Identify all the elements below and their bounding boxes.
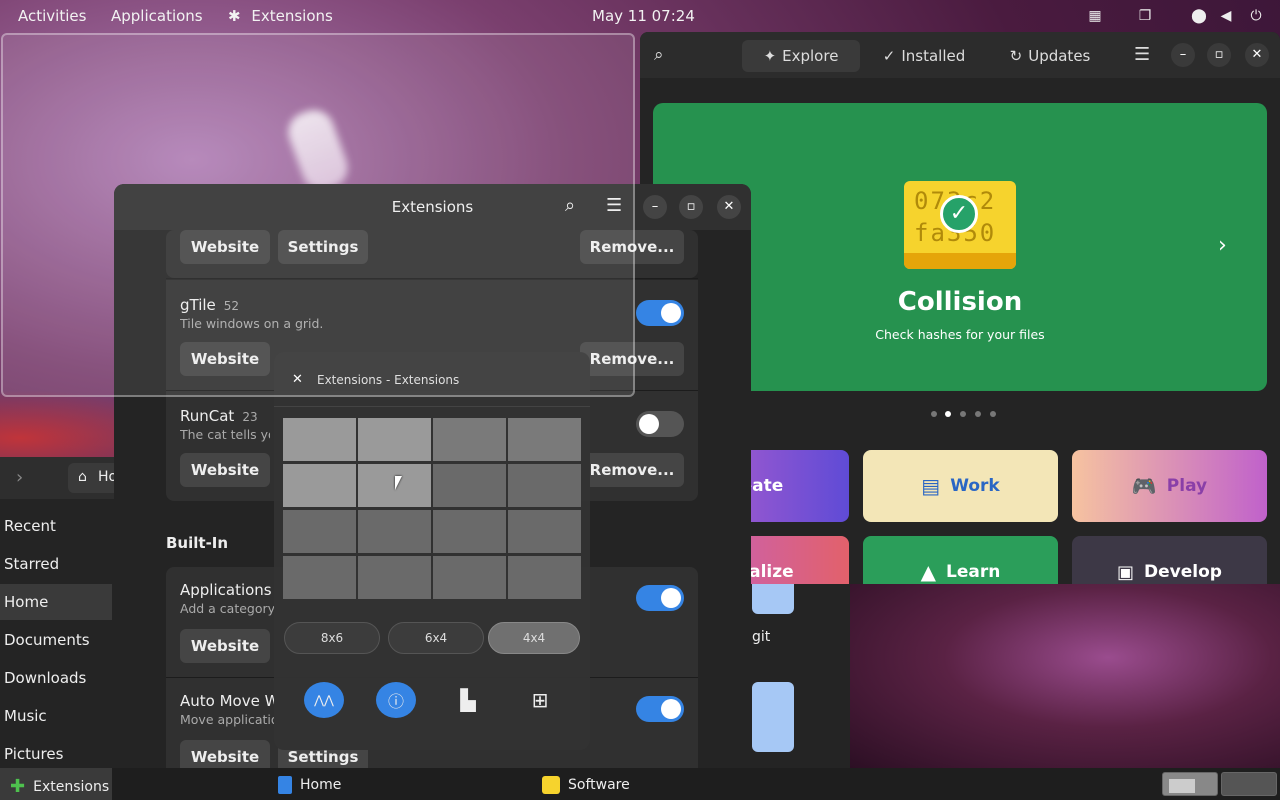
search-icon[interactable]: ⌕ [654, 45, 664, 65]
sidebar-item-home[interactable]: Home [4, 593, 48, 611]
sidebar-item-music[interactable]: Music [4, 707, 47, 725]
maximize-button[interactable]: ▫ [679, 195, 703, 219]
grid-cell[interactable] [433, 418, 506, 461]
gtile-grid-icon[interactable]: ▦ [1087, 8, 1103, 24]
category-learn[interactable]: ▲ Learn [863, 536, 1058, 584]
workspace-1[interactable] [1162, 772, 1218, 796]
grid-cell[interactable] [358, 556, 431, 599]
terminal-icon: ▣ [1117, 561, 1135, 583]
tile-grid[interactable] [283, 418, 581, 602]
close-button[interactable]: ✕ [717, 195, 741, 219]
carousel-dot[interactable] [960, 411, 966, 417]
minimize-button[interactable]: – [643, 195, 667, 219]
collision-app-icon: 073c2 fa350 ✓ [904, 181, 1016, 269]
grid-cell[interactable] [508, 510, 581, 553]
sidebar-item-pictures[interactable]: Pictures [4, 745, 63, 763]
info-icon[interactable]: ⓘ [376, 682, 416, 718]
website-button[interactable]: Website [180, 629, 270, 663]
windows-icon[interactable]: ❐ [1137, 8, 1153, 24]
auto-tile-icon[interactable]: ⋀⋀ [304, 682, 344, 718]
grid-cell[interactable] [508, 418, 581, 461]
carousel-dot[interactable] [975, 411, 981, 417]
files-icon [278, 776, 292, 794]
folder-icon[interactable] [752, 584, 794, 614]
workspace-2[interactable] [1221, 772, 1277, 796]
volume-icon[interactable]: ◀ [1218, 8, 1234, 24]
chevron-right-icon[interactable]: › [1218, 233, 1227, 258]
sidebar-item-downloads[interactable]: Downloads [4, 669, 86, 687]
grid-cell[interactable] [508, 464, 581, 507]
puzzle-icon: ✚ [10, 776, 26, 797]
sail-icon: ▲ [920, 560, 937, 584]
task-extensions[interactable]: ✚ Extensions [10, 776, 109, 797]
grid-cell[interactable] [283, 418, 356, 461]
enable-toggle[interactable] [636, 411, 684, 437]
maximize-button[interactable]: ▫ [1207, 43, 1231, 67]
layout-grid-icon[interactable]: ⊞ [520, 682, 560, 718]
chevron-right-icon[interactable]: › [16, 467, 23, 488]
close-button[interactable]: ✕ [1245, 43, 1269, 67]
top-bar: Activities Applications ✱ Extensions May… [0, 0, 1280, 32]
preset-6x4-button[interactable]: 6x4 [388, 622, 484, 654]
activities-button[interactable]: Activities [18, 7, 86, 25]
category-work[interactable]: ▤ Work [863, 450, 1058, 522]
clock[interactable]: May 11 07:24 [592, 7, 695, 25]
gtile-popup: ✕ Extensions - Extensions 8x6 6x4 4x4 ⋀⋀… [274, 352, 590, 750]
enable-toggle[interactable] [636, 585, 684, 611]
carousel-dot[interactable] [931, 411, 937, 417]
preset-4x4-button[interactable]: 4x4 [488, 622, 580, 654]
carousel-dot[interactable] [990, 411, 996, 417]
clipboard-icon: ▤ [921, 474, 941, 498]
sidebar-item-recent[interactable]: Recent [4, 517, 56, 535]
grid-cell[interactable] [358, 418, 431, 461]
location-icon[interactable]: ⬤ [1191, 8, 1207, 24]
grid-cell[interactable] [433, 510, 506, 553]
task-home[interactable]: Home [278, 776, 341, 794]
website-button[interactable]: Website [180, 740, 270, 768]
section-heading-builtin: Built-In [166, 534, 229, 552]
software-icon [542, 776, 560, 794]
refresh-icon: ↻ [1009, 47, 1023, 65]
check-icon: ✓ [940, 195, 978, 233]
wallpaper-corner [850, 584, 1280, 768]
applications-menu[interactable]: Applications [111, 7, 203, 25]
grid-cell[interactable] [433, 464, 506, 507]
gamepad-icon: 🎮 [1131, 474, 1157, 498]
grid-cell[interactable] [358, 510, 431, 553]
sidebar-item-documents[interactable]: Documents [4, 631, 90, 649]
enable-toggle[interactable] [636, 300, 684, 326]
home-icon: ⌂ [78, 469, 87, 485]
mouse-cursor-icon [395, 476, 402, 490]
puzzle-icon: ✱ [228, 7, 241, 25]
category-play[interactable]: 🎮 Play [1072, 450, 1267, 522]
grid-cell[interactable] [283, 556, 356, 599]
task-software[interactable]: Software [542, 776, 630, 794]
tile-preview-overlay [1, 33, 635, 397]
folder-icon[interactable] [752, 682, 794, 752]
tab-explore[interactable]: ✦ Explore [742, 40, 860, 72]
tab-installed[interactable]: ✓ Installed [872, 40, 976, 72]
hamburger-menu-icon[interactable]: ☰ [1134, 44, 1150, 65]
remove-button[interactable]: Remove... [580, 453, 684, 487]
app-menu[interactable]: ✱ Extensions [228, 7, 333, 25]
sidebar-item-starred[interactable]: Starred [4, 555, 59, 573]
preset-8x6-button[interactable]: 8x6 [284, 622, 380, 654]
carousel-dot[interactable] [945, 411, 951, 417]
grid-cell[interactable] [433, 556, 506, 599]
sparkle-icon: ✦ [763, 47, 777, 65]
folder-label: git [752, 629, 771, 645]
grid-cell[interactable] [283, 510, 356, 553]
grid-cell[interactable] [508, 556, 581, 599]
power-icon[interactable]: ⏻ [1248, 8, 1264, 24]
layout-main-icon[interactable]: ▙ [448, 682, 488, 718]
software-header: ⌕ ✦ Explore ✓ Installed ↻ Updates ☰ – ▫ ✕ [640, 32, 1280, 78]
minimize-button[interactable]: – [1171, 43, 1195, 67]
taskbar: ✚ Extensions Home Software [0, 768, 1280, 800]
enable-toggle[interactable] [636, 696, 684, 722]
grid-cell[interactable] [283, 464, 356, 507]
tab-updates[interactable]: ↻ Updates [998, 40, 1102, 72]
website-button[interactable]: Website [180, 453, 270, 487]
category-develop[interactable]: ▣ Develop [1072, 536, 1267, 584]
check-circle-icon: ✓ [882, 47, 896, 65]
